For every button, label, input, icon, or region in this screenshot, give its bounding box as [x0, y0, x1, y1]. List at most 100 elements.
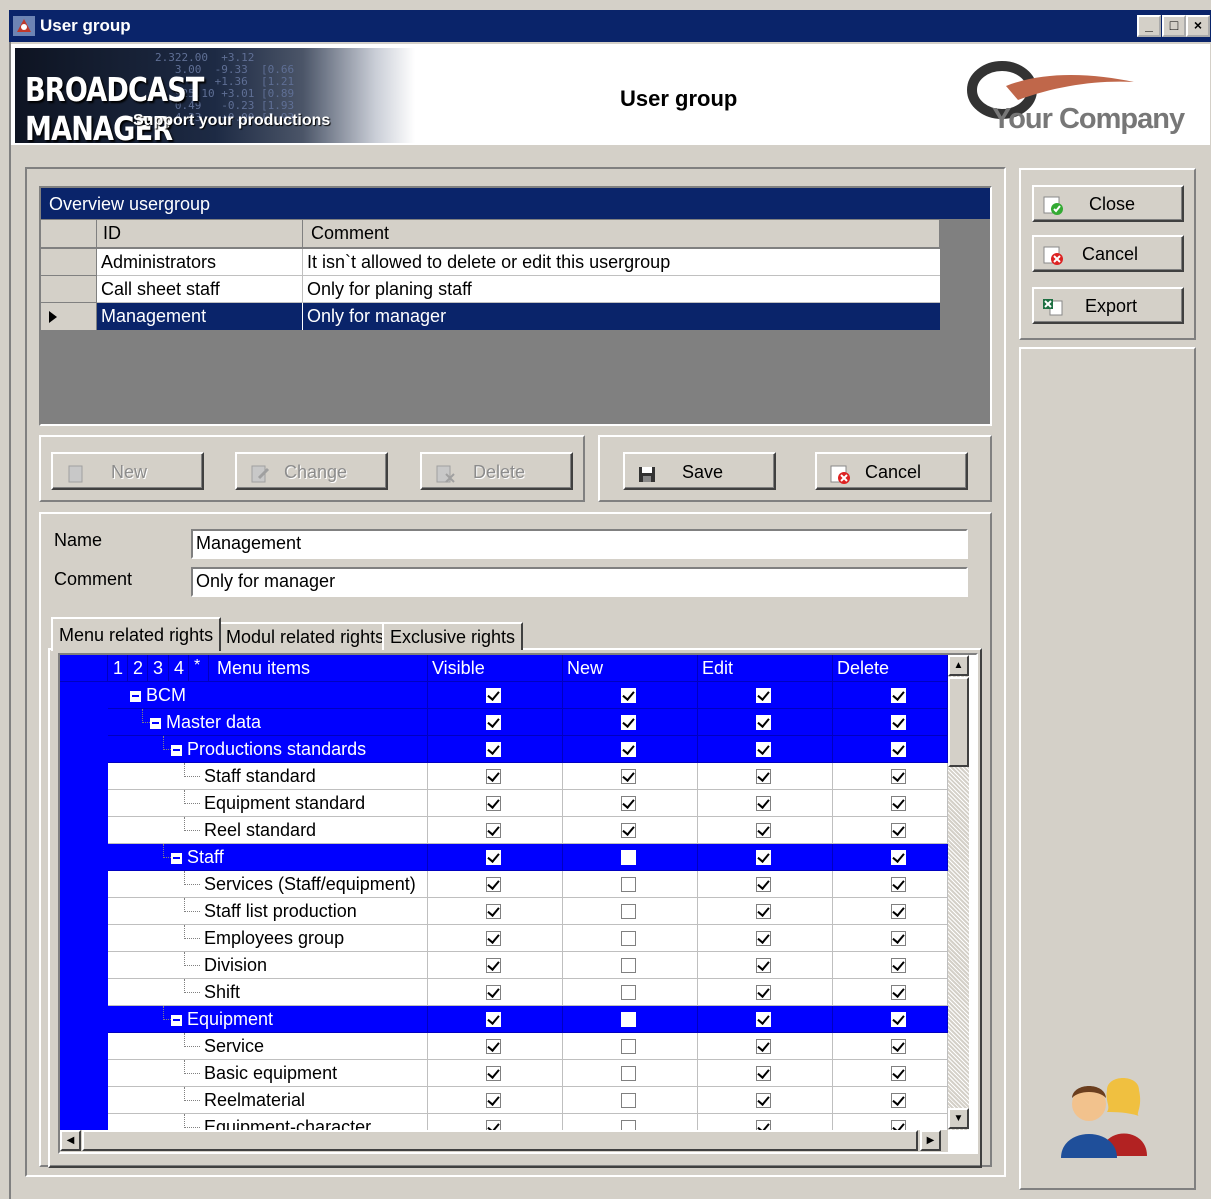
delete-checkbox[interactable] — [891, 904, 906, 919]
visible-checkbox[interactable] — [486, 1093, 501, 1108]
delete-checkbox[interactable] — [891, 688, 906, 703]
edit-checkbox[interactable] — [756, 850, 771, 865]
tree-item-label[interactable]: Services (Staff/equipment) — [108, 871, 428, 898]
tree-item-label[interactable]: Reel standard — [108, 817, 428, 844]
tree-item-row[interactable]: Staff list production — [60, 898, 948, 926]
visible-checkbox[interactable] — [486, 877, 501, 892]
row-selector[interactable] — [60, 925, 108, 953]
delete-checkbox[interactable] — [891, 931, 906, 946]
table-row[interactable]: Call sheet staff Only for planing staff — [41, 276, 940, 303]
tree-item-label[interactable]: Staff list production — [108, 898, 428, 925]
tree-item-row[interactable]: Shift — [60, 979, 948, 1007]
column-header-comment[interactable]: Comment — [303, 220, 940, 248]
row-selector[interactable] — [41, 276, 97, 303]
new-button[interactable]: New — [51, 452, 204, 490]
edit-checkbox[interactable] — [756, 931, 771, 946]
maximize-button[interactable]: □ — [1162, 15, 1186, 37]
new-checkbox[interactable] — [621, 1066, 636, 1081]
visible-checkbox[interactable] — [486, 958, 501, 973]
tree-item-row[interactable]: Reelmaterial — [60, 1087, 948, 1115]
visible-checkbox[interactable] — [486, 1012, 501, 1027]
collapse-icon[interactable] — [171, 1014, 182, 1026]
tree-group-row[interactable]: Staff — [60, 844, 948, 872]
edit-checkbox[interactable] — [756, 904, 771, 919]
edit-checkbox[interactable] — [756, 796, 771, 811]
edit-checkbox[interactable] — [756, 715, 771, 730]
column-header-delete[interactable]: Delete — [833, 655, 948, 682]
tab-menu-related-rights[interactable]: Menu related rights — [51, 617, 222, 651]
tree-item-label[interactable]: Employees group — [108, 925, 428, 952]
change-button[interactable]: Change — [235, 452, 388, 490]
delete-checkbox[interactable] — [891, 1066, 906, 1081]
row-selector[interactable] — [60, 1060, 108, 1088]
row-selector[interactable] — [60, 817, 108, 845]
row-selector[interactable] — [60, 1033, 108, 1061]
tree-group-row[interactable]: Productions standards — [60, 736, 948, 764]
delete-checkbox[interactable] — [891, 877, 906, 892]
tree-item-label[interactable]: Basic equipment — [108, 1060, 428, 1087]
edit-checkbox[interactable] — [756, 877, 771, 892]
new-checkbox[interactable] — [621, 985, 636, 1000]
row-selector[interactable] — [60, 763, 108, 791]
edit-checkbox[interactable] — [756, 1012, 771, 1027]
save-button[interactable]: Save — [623, 452, 776, 490]
scroll-down-button[interactable]: ▼ — [948, 1108, 969, 1129]
collapse-icon[interactable] — [130, 690, 141, 702]
tree-item-row[interactable]: Employees group — [60, 925, 948, 953]
delete-checkbox[interactable] — [891, 850, 906, 865]
edit-checkbox[interactable] — [756, 742, 771, 757]
row-selector[interactable] — [41, 249, 97, 276]
tree-item-label[interactable]: BCM — [108, 682, 428, 709]
visible-checkbox[interactable] — [486, 1039, 501, 1054]
tree-item-row[interactable]: Services (Staff/equipment) — [60, 871, 948, 899]
tree-item-label[interactable]: Reelmaterial — [108, 1087, 428, 1114]
level-2-button[interactable]: 2 — [128, 655, 148, 682]
tree-group-row[interactable]: BCM — [60, 682, 948, 710]
horizontal-scrollbar[interactable]: ◀ ▶ — [60, 1130, 948, 1152]
edit-checkbox[interactable] — [756, 958, 771, 973]
new-checkbox[interactable] — [621, 1039, 636, 1054]
visible-checkbox[interactable] — [486, 931, 501, 946]
tree-item-label[interactable]: Staff standard — [108, 763, 428, 790]
visible-checkbox[interactable] — [486, 850, 501, 865]
collapse-icon[interactable] — [171, 744, 182, 756]
scroll-left-button[interactable]: ◀ — [60, 1130, 81, 1151]
cancel-button[interactable]: Cancel — [815, 452, 968, 490]
delete-checkbox[interactable] — [891, 769, 906, 784]
horizontal-scroll-thumb[interactable] — [82, 1130, 918, 1151]
new-checkbox[interactable] — [621, 1093, 636, 1108]
new-checkbox[interactable] — [621, 931, 636, 946]
tree-item-label[interactable]: Master data — [108, 709, 428, 736]
new-checkbox[interactable] — [621, 823, 636, 838]
level-3-button[interactable]: 3 — [148, 655, 169, 682]
visible-checkbox[interactable] — [486, 715, 501, 730]
visible-checkbox[interactable] — [486, 688, 501, 703]
row-selector[interactable] — [60, 898, 108, 926]
new-checkbox[interactable] — [621, 796, 636, 811]
row-selector[interactable] — [60, 979, 108, 1007]
scroll-right-button[interactable]: ▶ — [920, 1130, 941, 1151]
tree-item-row[interactable]: Reel standard — [60, 817, 948, 845]
tree-group-row[interactable]: Master data — [60, 709, 948, 737]
edit-checkbox[interactable] — [756, 1093, 771, 1108]
level-all-button[interactable]: * — [189, 655, 209, 682]
column-header-menu-items[interactable]: Menu items — [209, 655, 428, 682]
delete-checkbox[interactable] — [891, 1012, 906, 1027]
tree-group-row[interactable]: Equipment — [60, 1006, 948, 1034]
visible-checkbox[interactable] — [486, 742, 501, 757]
row-selector[interactable] — [60, 1087, 108, 1115]
edit-checkbox[interactable] — [756, 1039, 771, 1054]
edit-checkbox[interactable] — [756, 823, 771, 838]
column-header-id[interactable]: ID — [97, 220, 303, 248]
row-selector[interactable] — [60, 871, 108, 899]
new-checkbox[interactable] — [621, 688, 636, 703]
tree-item-row[interactable]: Equipment standard — [60, 790, 948, 818]
new-checkbox[interactable] — [621, 1012, 636, 1027]
row-selector[interactable] — [60, 790, 108, 818]
edit-checkbox[interactable] — [756, 985, 771, 1000]
visible-checkbox[interactable] — [486, 796, 501, 811]
edit-checkbox[interactable] — [756, 688, 771, 703]
column-header-visible[interactable]: Visible — [428, 655, 563, 682]
column-header-edit[interactable]: Edit — [698, 655, 833, 682]
new-checkbox[interactable] — [621, 877, 636, 892]
